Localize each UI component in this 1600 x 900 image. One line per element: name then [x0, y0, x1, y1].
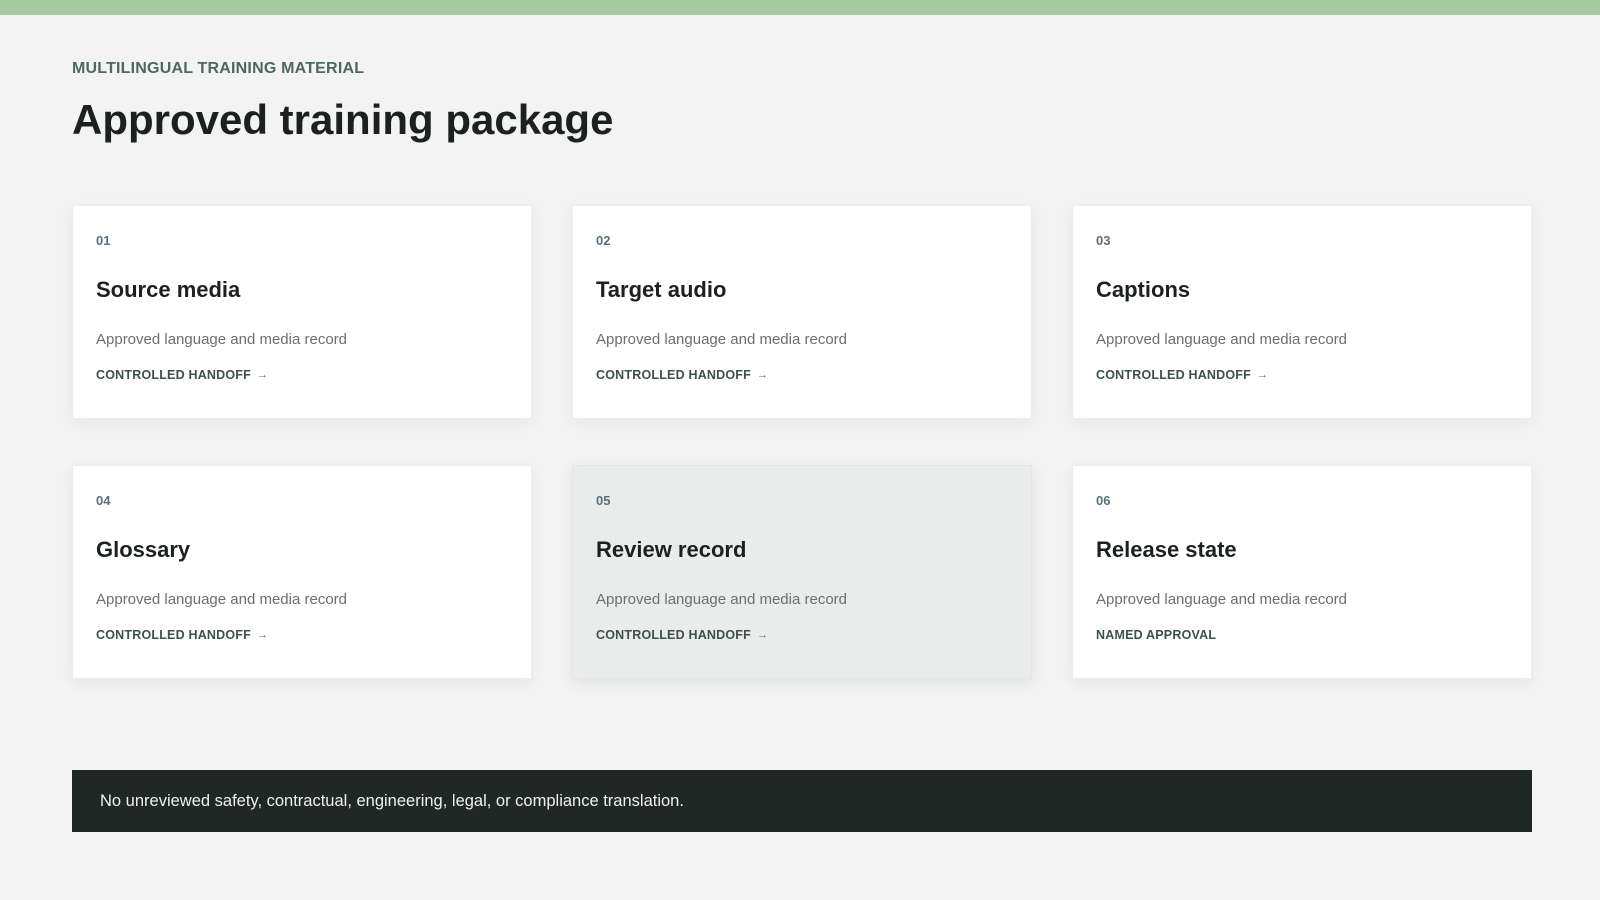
card-title: Source media [96, 277, 241, 302]
controlled-handoff-link[interactable]: CONTROLLED HANDOFF → [1096, 367, 1268, 383]
card-number: 04 [96, 493, 111, 508]
card-description: Approved language and media record [596, 591, 848, 608]
controlled-handoff-link[interactable]: CONTROLLED HANDOFF → [596, 367, 768, 383]
card-target-audio[interactable]: 02 Target audio Approved language and me… [572, 205, 1032, 419]
card-number: 03 [1096, 233, 1111, 248]
card-action-label: CONTROLLED HANDOFF [1096, 368, 1251, 382]
card-number: 05 [596, 493, 611, 508]
arrow-right-icon: → [756, 369, 769, 381]
top-accent-bar [0, 0, 1600, 15]
card-glossary[interactable]: 04 Glossary Approved language and media … [72, 465, 532, 679]
card-action-label: CONTROLLED HANDOFF [596, 628, 751, 642]
page-eyebrow: MULTILINGUAL TRAINING MATERIAL [72, 60, 365, 77]
card-number: 01 [96, 233, 111, 248]
card-action-label: CONTROLLED HANDOFF [596, 368, 751, 382]
arrow-right-icon: → [256, 629, 269, 641]
controlled-handoff-link[interactable]: CONTROLLED HANDOFF → [96, 627, 268, 643]
controlled-handoff-link[interactable]: CONTROLLED HANDOFF → [596, 627, 768, 643]
page-header: MULTILINGUAL TRAINING MATERIAL Approved … [72, 60, 613, 145]
card-description: Approved language and media record [1096, 591, 1348, 608]
card-action-label: CONTROLLED HANDOFF [96, 368, 251, 382]
card-description: Approved language and media record [1096, 331, 1348, 348]
card-title: Target audio [596, 277, 727, 302]
card-number: 02 [596, 233, 611, 248]
card-captions[interactable]: 03 Captions Approved language and media … [1072, 205, 1532, 419]
card-release-state[interactable]: 06 Release state Approved language and m… [1072, 465, 1532, 679]
package-card-grid: 01 Source media Approved language and me… [72, 205, 1532, 679]
card-title: Release state [1096, 537, 1237, 562]
card-title: Review record [596, 537, 747, 562]
card-review-record[interactable]: 05 Review record Approved language and m… [572, 465, 1032, 679]
card-description: Approved language and media record [96, 331, 348, 348]
card-number: 06 [1096, 493, 1111, 508]
card-source-media[interactable]: 01 Source media Approved language and me… [72, 205, 532, 419]
controlled-handoff-link[interactable]: CONTROLLED HANDOFF → [96, 367, 268, 383]
compliance-notice-text: No unreviewed safety, contractual, engin… [100, 792, 684, 810]
card-action-label: CONTROLLED HANDOFF [96, 628, 251, 642]
page-title: Approved training package [72, 96, 614, 143]
arrow-right-icon: → [756, 629, 769, 641]
card-title: Captions [1096, 277, 1191, 302]
named-approval-label: NAMED APPROVAL [1096, 627, 1216, 643]
arrow-right-icon: → [1256, 369, 1269, 381]
card-title: Glossary [96, 537, 191, 562]
card-action-label: NAMED APPROVAL [1096, 628, 1217, 642]
card-description: Approved language and media record [96, 591, 348, 608]
arrow-right-icon: → [256, 369, 269, 381]
card-description: Approved language and media record [596, 331, 848, 348]
compliance-notice-bar: No unreviewed safety, contractual, engin… [72, 770, 1532, 832]
